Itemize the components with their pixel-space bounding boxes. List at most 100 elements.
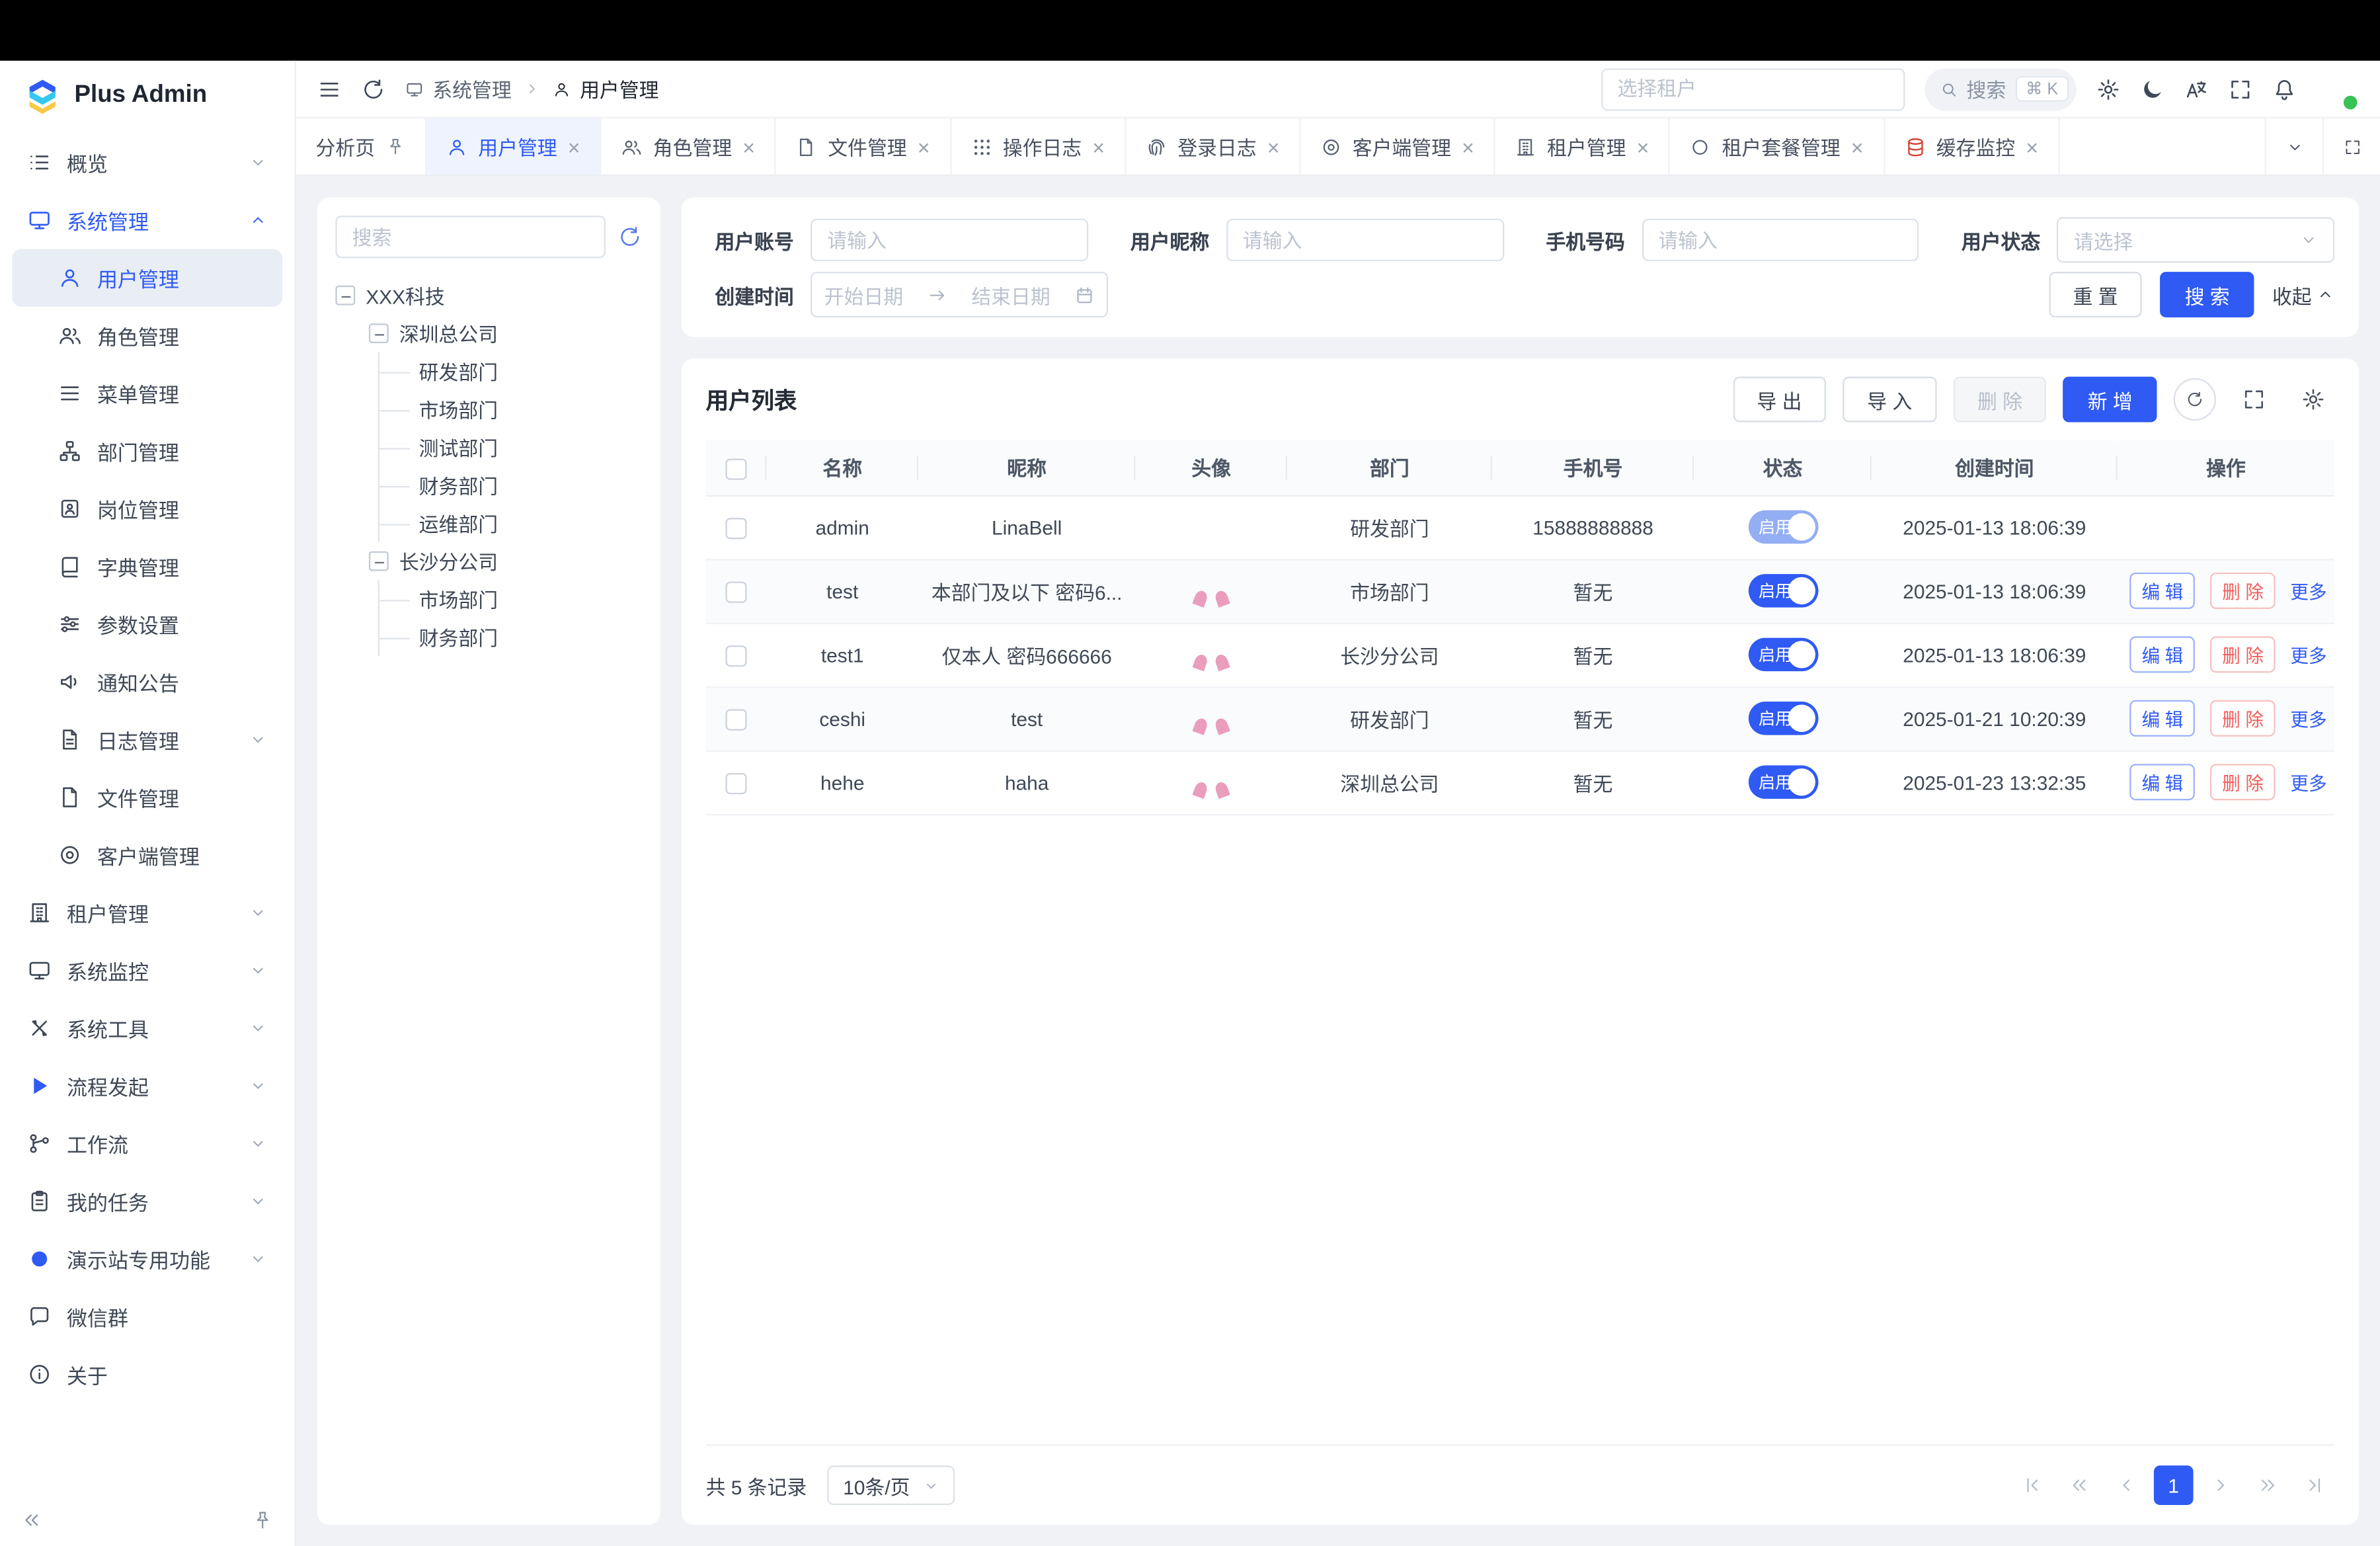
tree-collapse-icon[interactable] <box>369 551 389 571</box>
tree-leaf[interactable]: 运维部门 <box>379 504 642 542</box>
row-checkbox[interactable] <box>725 772 746 793</box>
fullscreen-button[interactable] <box>2228 77 2252 101</box>
tree-collapse-icon[interactable] <box>335 286 355 305</box>
row-checkbox[interactable] <box>725 518 746 539</box>
add-user-button[interactable]: 新 增 <box>2063 377 2157 423</box>
sidebar-toggle-button[interactable] <box>317 77 342 101</box>
close-icon[interactable]: × <box>742 136 755 157</box>
edit-button[interactable]: 编 辑 <box>2129 636 2196 672</box>
prev-page-button[interactable] <box>2107 1465 2147 1505</box>
phone-input[interactable] <box>1642 219 1919 261</box>
collapse-sidebar-icon[interactable] <box>21 1510 42 1531</box>
tree-leaf[interactable]: 市场部门 <box>379 580 642 618</box>
content-fullscreen-button[interactable] <box>2322 118 2380 175</box>
tree-node-shenzhen[interactable]: 深圳总公司 <box>369 314 642 352</box>
breadcrumb-user-management[interactable]: 用户管理 <box>553 75 659 104</box>
reset-button[interactable]: 重 置 <box>2049 272 2142 317</box>
sidebar-item-user-management[interactable]: 用户管理 <box>12 249 282 307</box>
sidebar-item-workflow[interactable]: 工作流 <box>12 1115 282 1172</box>
edit-button[interactable]: 编 辑 <box>2129 764 2196 800</box>
tree-search-input[interactable] <box>335 216 606 258</box>
page-size-select[interactable]: 10条/页 <box>828 1465 954 1505</box>
sidebar-item-role-management[interactable]: 角色管理 <box>12 307 282 364</box>
created-date-range-input[interactable]: 开始日期 结束日期 <box>811 272 1108 317</box>
import-button[interactable]: 导 入 <box>1843 377 1936 423</box>
tree-node-root[interactable]: XXX科技 <box>335 276 642 314</box>
tab-client-management[interactable]: 客户端管理 × <box>1301 118 1495 175</box>
sidebar-item-overview[interactable]: 概览 <box>12 134 282 191</box>
tab-login-log[interactable]: 登录日志 × <box>1126 118 1300 175</box>
tree-leaf[interactable]: 财务部门 <box>379 618 642 656</box>
close-icon[interactable]: × <box>2026 136 2038 157</box>
sidebar-item-system-monitor[interactable]: 系统监控 <box>12 942 282 999</box>
sidebar-item-about[interactable]: 关于 <box>12 1346 282 1403</box>
tree-leaf[interactable]: 研发部门 <box>379 352 642 390</box>
app-logo[interactable]: Plus Admin <box>0 61 294 131</box>
status-select[interactable]: 请选择 <box>2057 217 2335 263</box>
more-button[interactable]: 更多 <box>2290 772 2326 793</box>
more-button[interactable]: 更多 <box>2290 645 2326 666</box>
row-checkbox[interactable] <box>725 709 746 730</box>
edit-button[interactable]: 编 辑 <box>2129 700 2196 737</box>
tree-node-changsha[interactable]: 长沙分公司 <box>369 542 642 580</box>
status-toggle[interactable]: 启用 <box>1748 702 1818 735</box>
delete-selected-button[interactable]: 删 除 <box>1953 377 2046 423</box>
tab-user-management[interactable]: 用户管理 × <box>426 118 601 175</box>
sidebar-item-menu-management[interactable]: 菜单管理 <box>12 364 282 422</box>
status-toggle[interactable]: 启用 <box>1748 638 1818 672</box>
status-toggle[interactable]: 启用 <box>1748 574 1818 608</box>
tab-operation-log[interactable]: 操作日志 × <box>951 118 1126 175</box>
sidebar-item-dict-management[interactable]: 字典管理 <box>12 538 282 595</box>
select-all-checkbox[interactable] <box>725 458 746 479</box>
more-button[interactable]: 更多 <box>2290 581 2326 602</box>
nickname-input[interactable] <box>1226 219 1504 261</box>
sidebar-item-post-management[interactable]: 岗位管理 <box>12 480 282 538</box>
settings-button[interactable] <box>2096 77 2121 101</box>
sidebar-item-wechat-group[interactable]: 微信群 <box>12 1288 282 1346</box>
more-button[interactable]: 更多 <box>2290 708 2326 729</box>
status-toggle[interactable]: 启用 <box>1748 766 1818 799</box>
tab-tenant-management[interactable]: 租户管理 × <box>1495 118 1670 175</box>
refresh-page-button[interactable] <box>361 77 385 101</box>
last-page-button[interactable] <box>2295 1465 2334 1505</box>
tree-leaf[interactable]: 市场部门 <box>379 390 642 428</box>
global-search[interactable]: 搜索 ⌘ K <box>1924 67 2077 110</box>
sidebar-item-notice[interactable]: 通知公告 <box>12 653 282 711</box>
notifications-button[interactable] <box>2272 77 2297 101</box>
prev-jump-button[interactable] <box>2060 1465 2100 1505</box>
tab-cache-monitor[interactable]: 缓存监控 × <box>1885 118 2059 175</box>
sidebar-item-my-tasks[interactable]: 我的任务 <box>12 1172 282 1230</box>
tab-analysis[interactable]: 分析页 <box>296 118 426 175</box>
sidebar-item-parameter-settings[interactable]: 参数设置 <box>12 595 282 653</box>
theme-toggle-button[interactable] <box>2140 77 2164 101</box>
tab-tenant-package-management[interactable]: 租户套餐管理 × <box>1671 118 1885 175</box>
close-icon[interactable]: × <box>1851 136 1864 157</box>
close-icon[interactable]: × <box>1092 136 1105 157</box>
sidebar-item-system-tools[interactable]: 系统工具 <box>12 999 282 1057</box>
table-fullscreen-button[interactable] <box>2233 378 2275 421</box>
close-icon[interactable]: × <box>1267 136 1280 157</box>
close-icon[interactable]: × <box>1462 136 1474 157</box>
tab-file-management[interactable]: 文件管理 × <box>776 118 951 175</box>
sidebar-item-system-management[interactable]: 系统管理 <box>12 191 282 249</box>
column-settings-button[interactable] <box>2292 378 2334 421</box>
language-button[interactable] <box>2184 77 2209 101</box>
sidebar-item-client-management[interactable]: 客户端管理 <box>12 826 282 883</box>
first-page-button[interactable] <box>2012 1465 2052 1505</box>
row-checkbox[interactable] <box>725 581 746 602</box>
export-button[interactable]: 导 出 <box>1733 377 1826 423</box>
tree-leaf[interactable]: 财务部门 <box>379 466 642 504</box>
refresh-table-button[interactable] <box>2174 378 2216 421</box>
status-toggle[interactable]: 启用 <box>1748 510 1818 544</box>
delete-button[interactable]: 删 除 <box>2210 764 2276 800</box>
sidebar-item-tenant-management[interactable]: 租户管理 <box>12 884 282 942</box>
delete-button[interactable]: 删 除 <box>2210 573 2276 609</box>
tree-collapse-icon[interactable] <box>369 323 389 343</box>
tree-refresh-icon[interactable] <box>617 225 642 249</box>
tree-leaf[interactable]: 测试部门 <box>379 428 642 466</box>
page-number-button[interactable]: 1 <box>2154 1465 2194 1505</box>
breadcrumb-system-management[interactable]: 系统管理 <box>405 75 512 104</box>
close-icon[interactable]: × <box>1637 136 1649 157</box>
user-avatar-button[interactable] <box>2317 67 2359 110</box>
pin-sidebar-icon[interactable] <box>252 1510 273 1531</box>
